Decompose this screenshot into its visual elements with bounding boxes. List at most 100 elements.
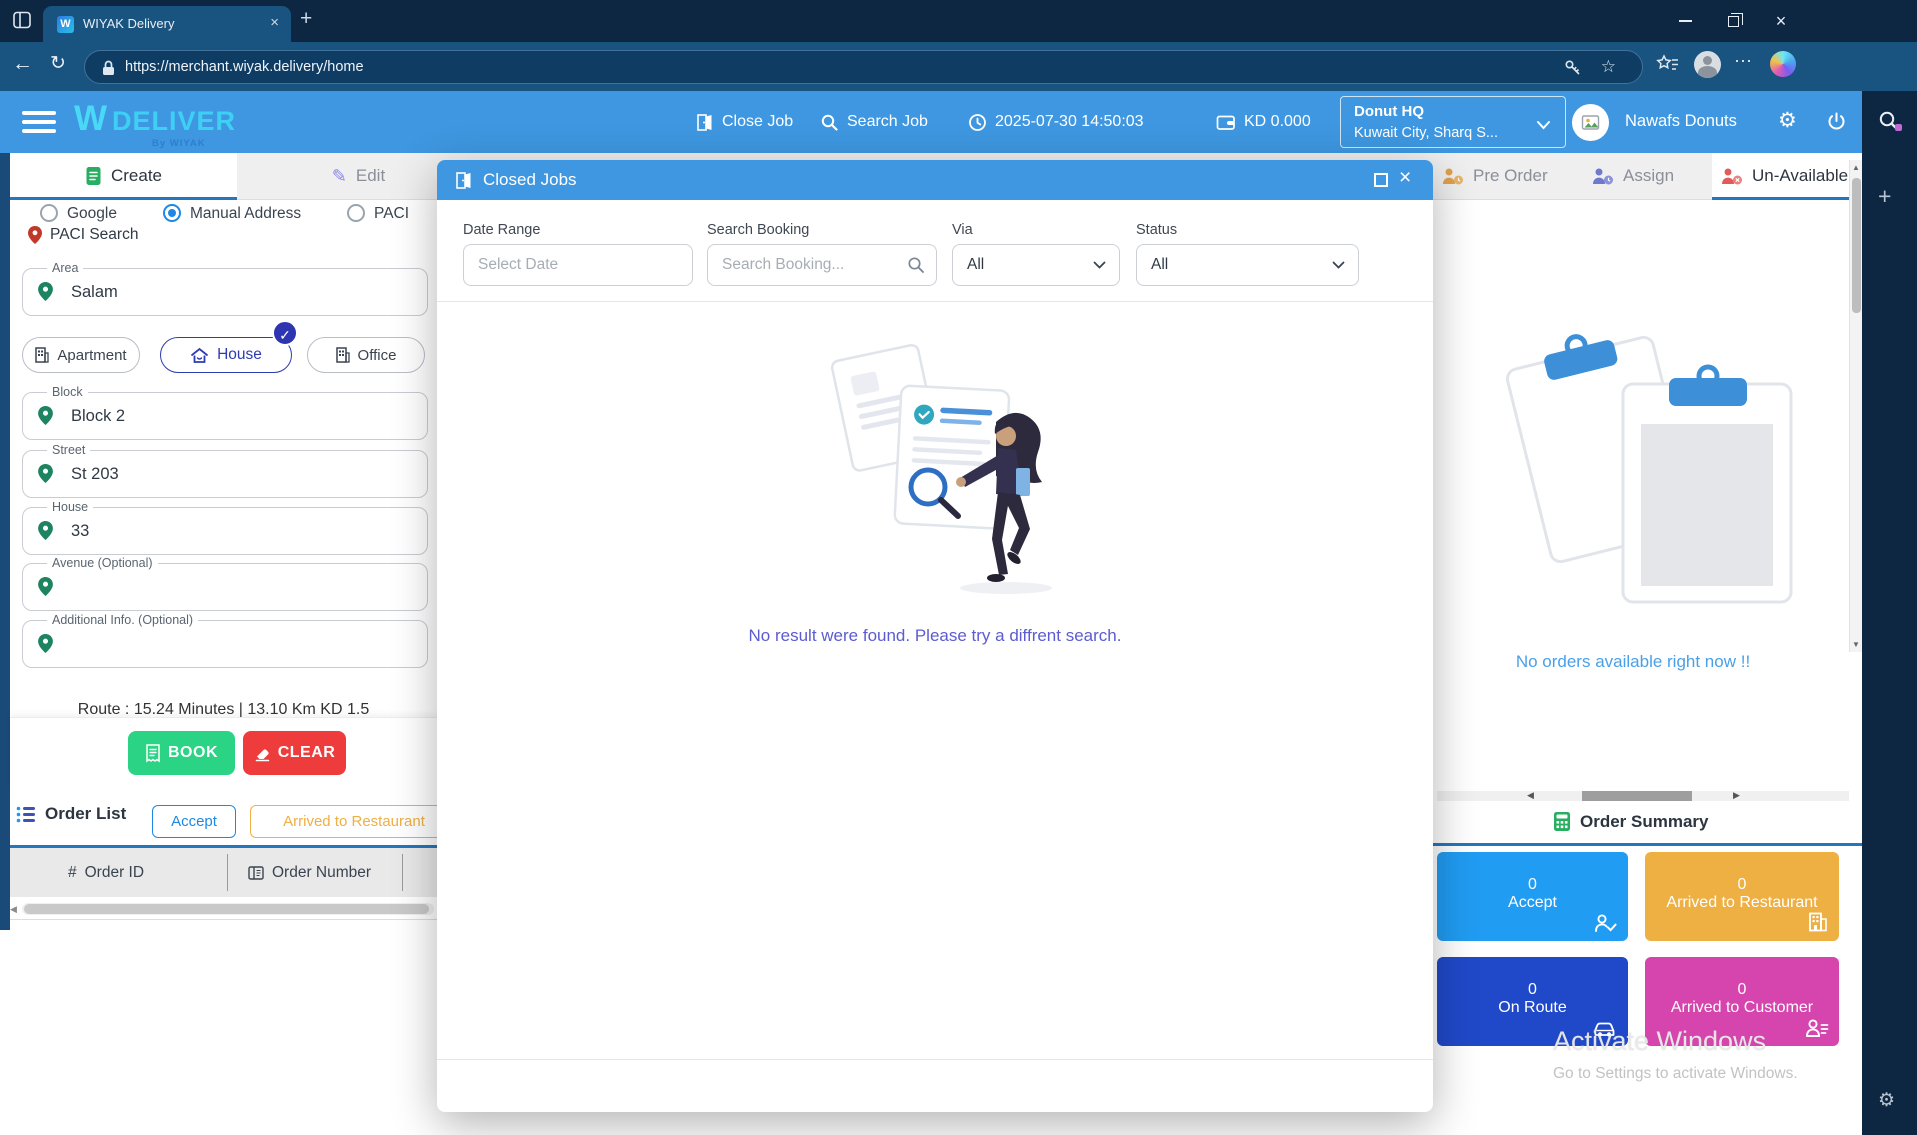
- route-info: Route : 15.24 Minutes | 13.10 Km KD 1.5: [10, 701, 437, 717]
- tab-pre-order[interactable]: Pre Order: [1433, 153, 1583, 199]
- lock-icon: [100, 59, 117, 77]
- radio-manual-address[interactable]: [163, 204, 181, 222]
- column-order-id[interactable]: # Order ID: [68, 848, 144, 897]
- filter-arrived-restaurant-button[interactable]: Arrived to Restaurant: [250, 805, 437, 838]
- logout-power-icon[interactable]: [1826, 111, 1847, 132]
- clear-button[interactable]: CLEAR: [243, 731, 346, 775]
- clock-icon: [968, 113, 987, 132]
- hamburger-menu-icon[interactable]: [22, 111, 56, 138]
- bookmark-star-icon[interactable]: ☆: [1601, 57, 1616, 77]
- settings-gear-icon[interactable]: ⚙: [1778, 108, 1797, 133]
- status-label: Status: [1136, 222, 1177, 238]
- new-tab-button[interactable]: +: [300, 7, 312, 31]
- restaurant-building-icon: [1807, 911, 1829, 933]
- chevron-down-icon: [1093, 261, 1106, 270]
- workspaces-icon[interactable]: [12, 10, 32, 30]
- order-list-hscrollbar[interactable]: ◀: [10, 903, 437, 916]
- browser-tab[interactable]: W WIYAK Delivery ×: [43, 6, 291, 42]
- area-value: Salam: [71, 283, 118, 302]
- back-button[interactable]: ←: [12, 52, 33, 76]
- window-close-button[interactable]: ×: [1758, 0, 1804, 42]
- via-select[interactable]: All: [952, 244, 1120, 286]
- branch-selector[interactable]: Donut HQ Kuwait City, Sharq S...: [1340, 96, 1566, 148]
- map-pin-icon: [38, 282, 53, 301]
- window-minimize-button[interactable]: [1662, 0, 1708, 42]
- paci-search-link[interactable]: PACI Search: [28, 226, 138, 244]
- search-icon: [820, 113, 839, 132]
- radio-google[interactable]: [40, 204, 58, 222]
- map-pin-icon: [38, 464, 53, 483]
- summary-tile-accept[interactable]: 0 Accept: [1437, 852, 1628, 941]
- tab-close-icon[interactable]: ×: [270, 14, 279, 31]
- person-clock-icon: [1591, 167, 1614, 186]
- area-field[interactable]: Area Salam: [22, 268, 428, 316]
- building-house-button[interactable]: House: [160, 337, 292, 373]
- activate-windows-watermark: Activate Windows Go to Settings to activ…: [1553, 1026, 1798, 1083]
- form-footer: BOOK CLEAR: [10, 717, 437, 790]
- tab-create[interactable]: Create: [10, 153, 237, 199]
- date-range-input[interactable]: [463, 244, 693, 286]
- list-icon: [16, 806, 36, 823]
- no-results-illustration: [800, 330, 1080, 605]
- street-field[interactable]: Street St 203: [22, 450, 428, 498]
- building-office-button[interactable]: Office: [307, 337, 425, 373]
- address-bar[interactable]: https://merchant.wiyak.delivery/home ☆: [84, 50, 1643, 84]
- sidebar-add-icon[interactable]: +: [1878, 183, 1891, 210]
- page-vscrollbar[interactable]: ▲ ▼: [1849, 160, 1862, 652]
- user-avatar[interactable]: [1572, 104, 1609, 141]
- avenue-field[interactable]: Avenue (Optional): [22, 563, 428, 611]
- modal-header[interactable]: Closed Jobs ×: [437, 160, 1433, 200]
- key-icon[interactable]: [1564, 59, 1582, 77]
- map-pin-icon: [38, 634, 53, 653]
- street-value: St 203: [71, 465, 119, 484]
- additional-info-field[interactable]: Additional Info. (Optional): [22, 620, 428, 668]
- browser-profile-avatar[interactable]: [1694, 51, 1721, 78]
- book-button[interactable]: BOOK: [128, 731, 235, 775]
- map-pin-icon: [38, 521, 53, 540]
- favorites-bar-icon[interactable]: [1656, 54, 1680, 76]
- eraser-icon: [254, 745, 271, 762]
- radio-google-label: Google: [67, 205, 117, 223]
- logo-w: W: [74, 99, 107, 139]
- scrollbar-thumb[interactable]: [1582, 791, 1692, 801]
- map-pin-icon: [38, 577, 53, 596]
- modal-maximize-icon[interactable]: [1374, 173, 1388, 187]
- column-order-number[interactable]: Order Number: [248, 848, 371, 897]
- browser-menu-icon[interactable]: ⋯: [1734, 51, 1752, 72]
- person-unavailable-icon: [1720, 167, 1743, 186]
- sidebar-settings-icon[interactable]: ⚙: [1878, 1089, 1895, 1112]
- create-doc-icon: [85, 166, 102, 186]
- house-field[interactable]: House 33: [22, 507, 428, 555]
- calculator-icon: [1553, 811, 1571, 832]
- block-value: Block 2: [71, 407, 125, 426]
- summary-hscrollbar[interactable]: ◀ ▶: [1437, 791, 1849, 801]
- order-list-section: Order List Accept Arrived to Restaurant …: [10, 790, 437, 920]
- logo-deliver: DELIVER: [112, 106, 236, 137]
- search-booking-input[interactable]: [707, 244, 937, 286]
- tab-unavailable[interactable]: Un-Available: [1712, 153, 1862, 199]
- refresh-button[interactable]: ↻: [50, 52, 66, 75]
- modal-close-icon[interactable]: ×: [1399, 166, 1411, 190]
- branch-name: Donut HQ: [1354, 103, 1424, 120]
- building-apartment-button[interactable]: Apartment: [22, 337, 140, 373]
- search-icon[interactable]: [907, 256, 925, 274]
- order-summary-header: Order Summary: [1433, 803, 1862, 843]
- tab-title: WIYAK Delivery: [83, 16, 175, 31]
- hash-icon: #: [68, 864, 77, 882]
- orders-panel: No orders available right now !! ◀ ▶ Ord…: [1433, 200, 1862, 1135]
- window-restore-button[interactable]: [1710, 0, 1756, 42]
- status-select[interactable]: All: [1136, 244, 1359, 286]
- block-field[interactable]: Block Block 2: [22, 392, 428, 440]
- scrollbar-thumb[interactable]: [24, 904, 429, 914]
- filter-accept-button[interactable]: Accept: [152, 805, 236, 838]
- summary-tile-arrived-restaurant[interactable]: 0 Arrived to Restaurant: [1645, 852, 1839, 941]
- copilot-icon[interactable]: [1770, 51, 1796, 77]
- tab-assign[interactable]: Assign: [1583, 153, 1712, 199]
- radio-paci[interactable]: [347, 204, 365, 222]
- scrollbar-thumb[interactable]: [1852, 178, 1861, 313]
- radio-paci-label: PACI: [374, 205, 409, 223]
- person-lines-icon: [1805, 1018, 1829, 1038]
- close-job-button[interactable]: Close Job: [695, 91, 793, 153]
- door-icon: [695, 113, 714, 132]
- search-job-button[interactable]: Search Job: [820, 91, 928, 153]
